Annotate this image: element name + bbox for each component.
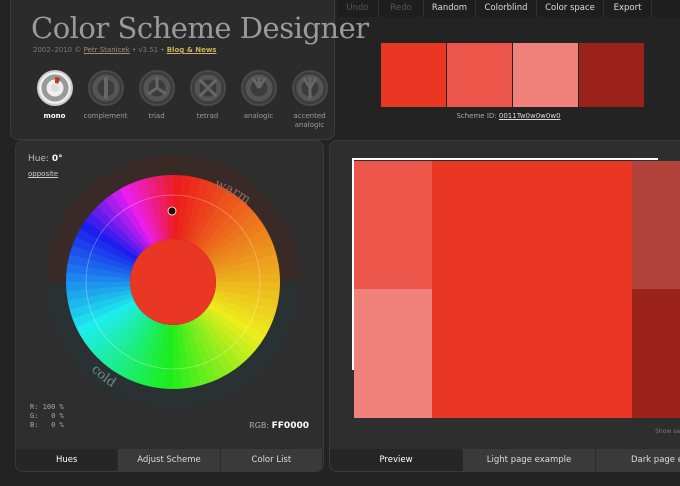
swatch-dark[interactable] (579, 43, 644, 107)
rgb-hex-value: FF0000 (271, 421, 309, 431)
color-wheel[interactable]: warm cold (46, 155, 301, 410)
blog-news-link[interactable]: Blog & News (167, 46, 217, 54)
credits-years: 2002–2010 © (33, 46, 82, 54)
scheme-label: analogic (243, 112, 274, 120)
redo-button[interactable]: Redo (379, 0, 424, 17)
scheme-mono[interactable]: mono (29, 70, 80, 130)
preview-panel: Show sa Preview Light page example Dark … (329, 140, 680, 472)
swatch-light[interactable] (447, 43, 512, 107)
export-button[interactable]: Export (604, 0, 652, 17)
rgb-b: B: 0 % (30, 421, 64, 429)
preview-block-dark (632, 289, 680, 418)
app-logo: Color Scheme Designer (31, 11, 369, 45)
random-button[interactable]: Random (424, 0, 476, 17)
wheel-center-swatch (130, 239, 216, 325)
scheme-id-link[interactable]: 0011Tw0w0w0w0 (499, 112, 561, 120)
right-tabs: Preview Light page example Dark page exa (330, 449, 680, 471)
accented-analogic-scheme-icon (291, 70, 328, 106)
header-panel: Color Scheme Designer 2002–2010 © Petr S… (10, 0, 369, 140)
preview-block-lighter (354, 289, 432, 418)
tab-light-page-example[interactable]: Light page example (463, 449, 596, 471)
rgb-percent-values: R: 100 % G: 0 % B: 0 % (30, 403, 64, 430)
analogic-scheme-icon (240, 70, 277, 106)
tab-color-list[interactable]: Color List (220, 449, 323, 471)
complement-scheme-icon (87, 70, 124, 106)
show-samples-link[interactable]: Show sa (655, 428, 680, 435)
version-text: • v3.51 • (132, 46, 165, 54)
scheme-id-label: Scheme ID: (456, 112, 497, 120)
swatch-lighter[interactable] (513, 43, 578, 107)
scheme-label: triad (148, 112, 165, 120)
scheme-label: complement (83, 112, 128, 120)
credits: 2002–2010 © Petr Stanicek • v3.51 • Blog… (33, 46, 216, 54)
tab-dark-page-example[interactable]: Dark page exa (596, 449, 680, 471)
left-tabs: Hues Adjust Scheme Color List (16, 449, 323, 471)
mono-scheme-icon (36, 70, 73, 106)
rgb-r: R: 100 % (30, 403, 64, 411)
author-link[interactable]: Petr Stanicek (84, 46, 130, 54)
rgb-hex-readout: RGB: FF0000 (249, 421, 309, 431)
hue-picker-handle[interactable] (167, 206, 177, 216)
colorblind-button[interactable]: Colorblind (476, 0, 537, 17)
menu-filler (652, 0, 680, 17)
preview-block-primary (432, 161, 632, 418)
scheme-label: tetrad (196, 112, 219, 120)
scheme-id: Scheme ID: 0011Tw0w0w0w0 (337, 112, 680, 120)
scheme-tetrad[interactable]: tetrad (182, 70, 233, 130)
colorspace-button[interactable]: Color space (537, 0, 604, 17)
undo-button[interactable]: Undo (337, 0, 379, 17)
tab-adjust-scheme[interactable]: Adjust Scheme (118, 449, 221, 471)
rgb-g: G: 0 % (30, 412, 64, 420)
tetrad-scheme-icon (189, 70, 226, 106)
rgb-label: RGB: (249, 421, 270, 430)
swatch-primary[interactable] (381, 43, 446, 107)
tab-preview[interactable]: Preview (330, 449, 463, 471)
scheme-accented-analogic[interactable]: accented analogic (284, 70, 335, 130)
scheme-analogic[interactable]: analogic (233, 70, 284, 130)
top-menu: Undo Redo Random Colorblind Color space … (337, 0, 680, 17)
triad-scheme-icon (138, 70, 175, 106)
scheme-preview (352, 158, 680, 420)
scheme-label: accented analogic (293, 112, 326, 129)
scheme-triad[interactable]: triad (131, 70, 182, 130)
scheme-complement[interactable]: complement (80, 70, 131, 130)
scheme-type-selector: mono complement triad tetrad analogic ac… (29, 70, 335, 130)
scheme-label: mono (43, 112, 66, 120)
preview-block-light (354, 161, 432, 289)
tab-hues[interactable]: Hues (16, 449, 119, 471)
preview-block-dark-muted (632, 161, 680, 289)
scheme-swatches (381, 43, 644, 107)
hue-panel: Hue: 0° opposite warm cold R: 100 % G: 0… (15, 140, 324, 472)
